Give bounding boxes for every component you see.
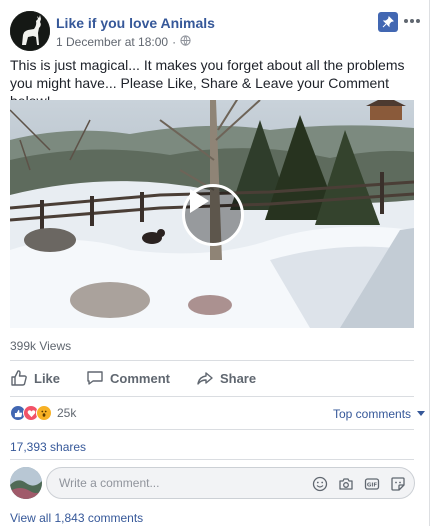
post-meta: 1 December at 18:00 · (56, 35, 191, 49)
share-button[interactable]: Share (196, 366, 256, 390)
top-comments-label: Top comments (333, 407, 412, 421)
meta-separator: · (172, 35, 177, 49)
emoji-icon[interactable] (311, 475, 328, 492)
camera-icon[interactable] (337, 475, 354, 492)
sticker-icon[interactable] (389, 475, 406, 492)
page-name[interactable]: Like if you love Animals (56, 15, 215, 31)
share-label: Share (219, 370, 257, 386)
more-options-icon[interactable] (404, 14, 420, 28)
svg-text:GIF: GIF (366, 482, 377, 488)
comment-box[interactable]: GIF (46, 467, 415, 499)
comment-button[interactable]: Comment (86, 366, 170, 390)
play-button[interactable] (182, 184, 244, 246)
page-avatar[interactable] (10, 11, 50, 51)
like-label: Like (34, 370, 61, 386)
reaction-count: 25k (57, 406, 77, 420)
like-button[interactable]: Like (10, 366, 60, 390)
share-icon (197, 372, 213, 385)
comment-box-icons: GIF (311, 475, 406, 492)
comment-input[interactable] (59, 476, 299, 490)
pin-icon[interactable] (378, 12, 398, 32)
video-views: 399k Views (10, 339, 72, 353)
thumbs-up-icon (11, 370, 27, 386)
reactions-summary[interactable]: 25k (10, 405, 76, 421)
globe-icon[interactable] (180, 35, 191, 49)
gif-icon[interactable]: GIF (363, 475, 380, 492)
divider (10, 360, 414, 361)
top-comments-dropdown[interactable]: Top comments (333, 407, 426, 421)
divider (10, 396, 414, 397)
caret-down-icon (417, 411, 426, 416)
video-player[interactable] (10, 100, 414, 328)
post-actions: Like Comment Share (10, 366, 414, 390)
shares-count[interactable]: 17,393 shares (10, 440, 86, 454)
comment-label: Comment (110, 370, 170, 386)
user-avatar[interactable] (10, 467, 42, 499)
wow-reaction-icon (36, 405, 52, 421)
post-card: Like if you love Animals 1 December at 1… (0, 0, 430, 526)
comment-icon (87, 371, 103, 385)
play-icon (190, 189, 209, 213)
post-timestamp[interactable]: 1 December at 18:00 (56, 35, 168, 49)
divider (10, 459, 414, 460)
view-all-comments-link[interactable]: View all 1,843 comments (10, 511, 143, 525)
divider (10, 429, 414, 430)
